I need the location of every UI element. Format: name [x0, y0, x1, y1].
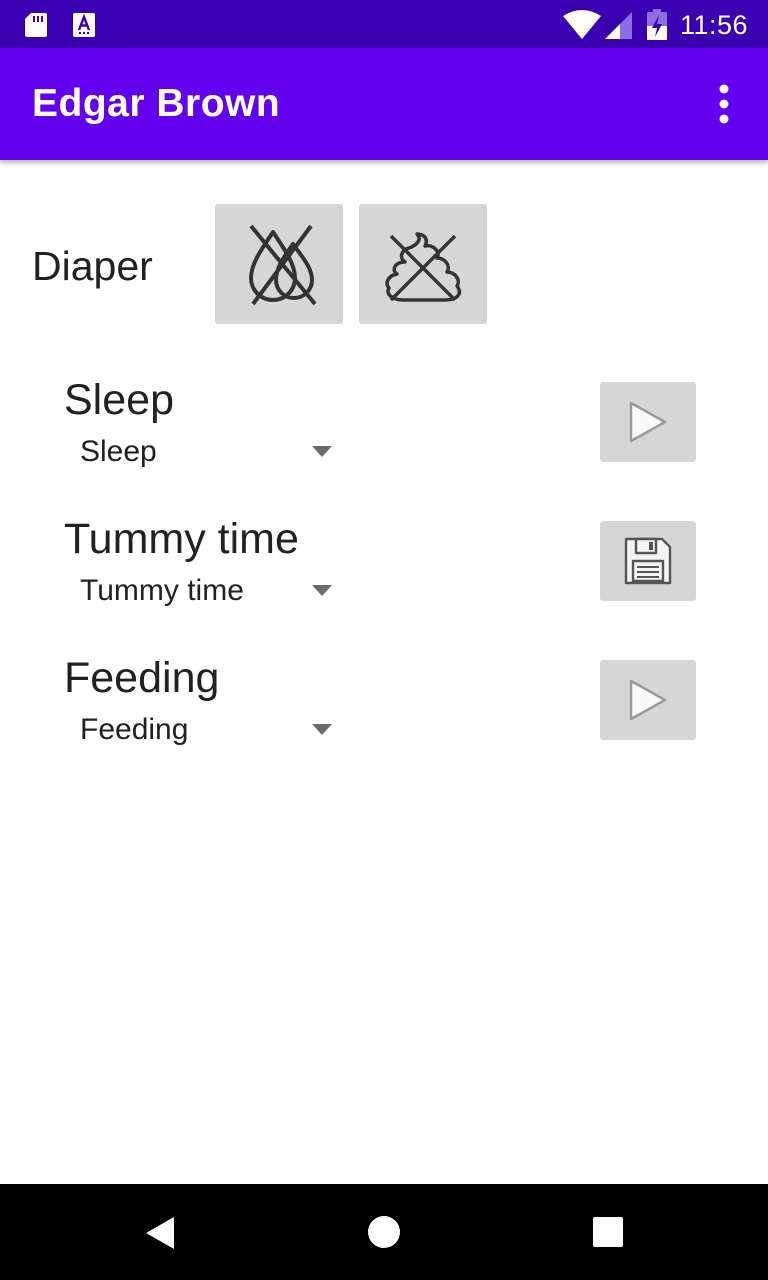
spinner-value: Tummy time: [80, 574, 244, 607]
back-icon[interactable]: [144, 1216, 176, 1250]
text-a-icon: [73, 13, 95, 37]
battery-icon: [647, 9, 667, 40]
navigation-bar: [0, 1184, 768, 1280]
activity-title-tummy-time: Tummy time: [64, 515, 299, 563]
feeding-start-button[interactable]: [600, 660, 696, 740]
wet-diaper-button[interactable]: [215, 204, 343, 324]
status-clock: 11:56: [680, 10, 749, 40]
app-bar: Edgar Brown: [0, 48, 768, 160]
no-drops-icon: [249, 224, 317, 306]
page-title: Edgar Brown: [32, 82, 281, 125]
sleep-spinner[interactable]: Sleep: [64, 426, 344, 478]
feeding-spinner[interactable]: Feeding: [64, 704, 344, 756]
activity-title-sleep: Sleep: [64, 376, 174, 424]
home-icon[interactable]: [368, 1216, 400, 1248]
more-vert-icon[interactable]: [704, 80, 744, 128]
status-bar: 11:56: [0, 0, 768, 48]
spinner-value: Sleep: [80, 435, 157, 468]
no-poop-icon: [385, 232, 462, 302]
dropdown-arrow-icon: [312, 724, 332, 735]
sleep-start-button[interactable]: [600, 382, 696, 462]
play-icon: [629, 679, 667, 721]
activity-title-feeding: Feeding: [64, 654, 220, 702]
sd-card-icon: [25, 13, 47, 37]
dropdown-arrow-icon: [312, 585, 332, 596]
recents-icon[interactable]: [593, 1217, 623, 1247]
spinner-value: Feeding: [80, 713, 189, 746]
signal-icon: [605, 12, 632, 39]
save-icon: [624, 537, 672, 585]
dropdown-arrow-icon: [312, 446, 332, 457]
tummy-time-spinner[interactable]: Tummy time: [64, 565, 344, 617]
diaper-label: Diaper: [32, 243, 153, 289]
tummy-time-save-button[interactable]: [600, 521, 696, 601]
dirty-diaper-button[interactable]: [359, 204, 487, 324]
play-icon: [629, 401, 667, 443]
wifi-icon: [563, 10, 601, 39]
